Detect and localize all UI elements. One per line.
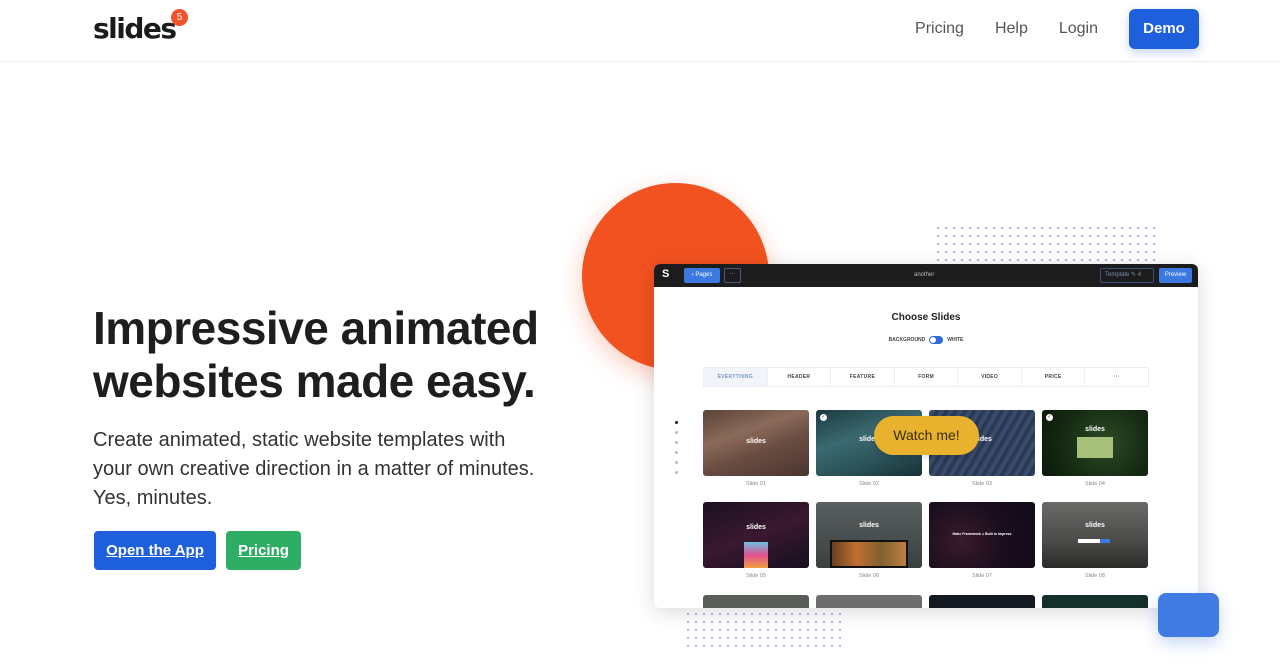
page-dot[interactable] xyxy=(675,471,678,474)
hero-subtitle: Create animated, static website template… xyxy=(93,429,535,509)
slide-inner-image xyxy=(744,542,768,568)
slide-thumbnail[interactable] xyxy=(929,595,1035,608)
nav-help-link[interactable]: Help xyxy=(995,20,1028,38)
slide-category-tabs: EVERYTHING HEADER FEATURE FORM VIDEO PRI… xyxy=(703,367,1149,387)
app-toolbar: S ‹ Pages ··· another Template ✎ 4 Previ… xyxy=(654,264,1198,287)
page-dot[interactable] xyxy=(675,431,678,434)
slide-thumbnail[interactable]: slides xyxy=(703,410,809,476)
slide-inner-button xyxy=(1100,539,1110,543)
slide-label: Slide 03 xyxy=(972,481,992,487)
tab-header[interactable]: HEADER xyxy=(768,368,832,386)
open-app-button[interactable]: Open the App xyxy=(94,531,216,570)
slide-thumbnail-text: slides xyxy=(1085,522,1105,529)
tab-everything[interactable]: EVERYTHING xyxy=(704,368,768,386)
slide-thumbnail-text: slides xyxy=(746,438,766,445)
background-toggle-row: BACKGROUND WHITE xyxy=(654,336,1198,344)
slide-thumbnail-text: slides xyxy=(859,522,879,529)
slide-thumbnail[interactable]: ✓ slides xyxy=(1042,410,1148,476)
slide-label: Slide 06 xyxy=(859,573,879,579)
hero-title: Impressive animated websites made easy. xyxy=(93,302,539,408)
slide-thumbnail[interactable] xyxy=(703,595,809,608)
slide-thumbnail[interactable]: Make Framework ● Built to Impress xyxy=(929,502,1035,568)
check-icon: ✓ xyxy=(820,414,827,421)
preview-button[interactable]: Preview xyxy=(1159,268,1192,283)
check-icon: ✓ xyxy=(1046,414,1053,421)
template-button[interactable]: Template ✎ 4 xyxy=(1100,268,1154,283)
logo[interactable]: slides xyxy=(93,12,177,45)
slide-thumbnail[interactable] xyxy=(1042,595,1148,608)
slide-label: Slide 07 xyxy=(972,573,992,579)
slide-label: Slide 08 xyxy=(1085,573,1105,579)
slide-label: Slide 05 xyxy=(746,573,766,579)
logo-badge: 5 xyxy=(171,9,188,26)
app-logo: S xyxy=(662,268,670,280)
slide-thumbnail-text: slides xyxy=(746,524,766,531)
slide-inner-image xyxy=(1077,437,1113,458)
pages-back-button[interactable]: ‹ Pages xyxy=(684,268,720,283)
page-dot[interactable] xyxy=(675,441,678,444)
slide-label: Slide 02 xyxy=(859,481,879,487)
slide-thumbnail-text: Make Framework ● Built to Impress xyxy=(952,532,1012,536)
tab-feature[interactable]: FEATURE xyxy=(831,368,895,386)
demo-button[interactable]: Demo xyxy=(1129,9,1199,49)
nav-pricing-link[interactable]: Pricing xyxy=(915,20,964,38)
slide-inner-image xyxy=(830,540,908,568)
page-dot[interactable] xyxy=(675,451,678,454)
slide-thumbnail[interactable]: slides xyxy=(703,502,809,568)
tab-video[interactable]: VIDEO xyxy=(958,368,1022,386)
watch-me-button[interactable]: Watch me! xyxy=(874,416,979,455)
toggle-label-left: BACKGROUND xyxy=(888,337,926,343)
decorative-dot-grid xyxy=(684,610,844,650)
page-dot[interactable] xyxy=(675,461,678,464)
project-name: another xyxy=(914,272,935,278)
slide-inner-input xyxy=(1078,539,1100,543)
slide-thumbnail-text: slides xyxy=(1085,426,1105,433)
toggle-label-right: WHITE xyxy=(947,337,964,343)
slide-thumbnail[interactable] xyxy=(816,595,922,608)
tab-more[interactable]: ··· xyxy=(1085,368,1148,386)
background-toggle[interactable] xyxy=(929,336,944,344)
tab-price[interactable]: PRICE xyxy=(1022,368,1086,386)
hero-title-line-1: Impressive animated xyxy=(93,302,539,354)
more-options-button[interactable]: ··· xyxy=(724,268,741,283)
slide-thumbnail[interactable]: slides xyxy=(816,502,922,568)
pricing-button[interactable]: Pricing xyxy=(226,531,301,570)
slide-label: Slide 04 xyxy=(1085,481,1105,487)
choose-slides-title: Choose Slides xyxy=(891,312,961,323)
slide-thumbnail[interactable]: slides xyxy=(1042,502,1148,568)
page-dots-nav xyxy=(675,421,678,481)
page-dot[interactable] xyxy=(675,421,678,424)
site-header: slides 5 Pricing Help Login Demo xyxy=(0,0,1280,62)
tab-form[interactable]: FORM xyxy=(895,368,959,386)
chat-widget-button[interactable] xyxy=(1158,593,1219,637)
slide-label: Slide 01 xyxy=(746,481,766,487)
decorative-dot-grid xyxy=(934,224,1158,264)
main-nav: Pricing Help Login Demo xyxy=(915,9,1199,49)
hero-title-line-2: websites made easy. xyxy=(93,355,536,407)
nav-login-link[interactable]: Login xyxy=(1059,20,1098,38)
